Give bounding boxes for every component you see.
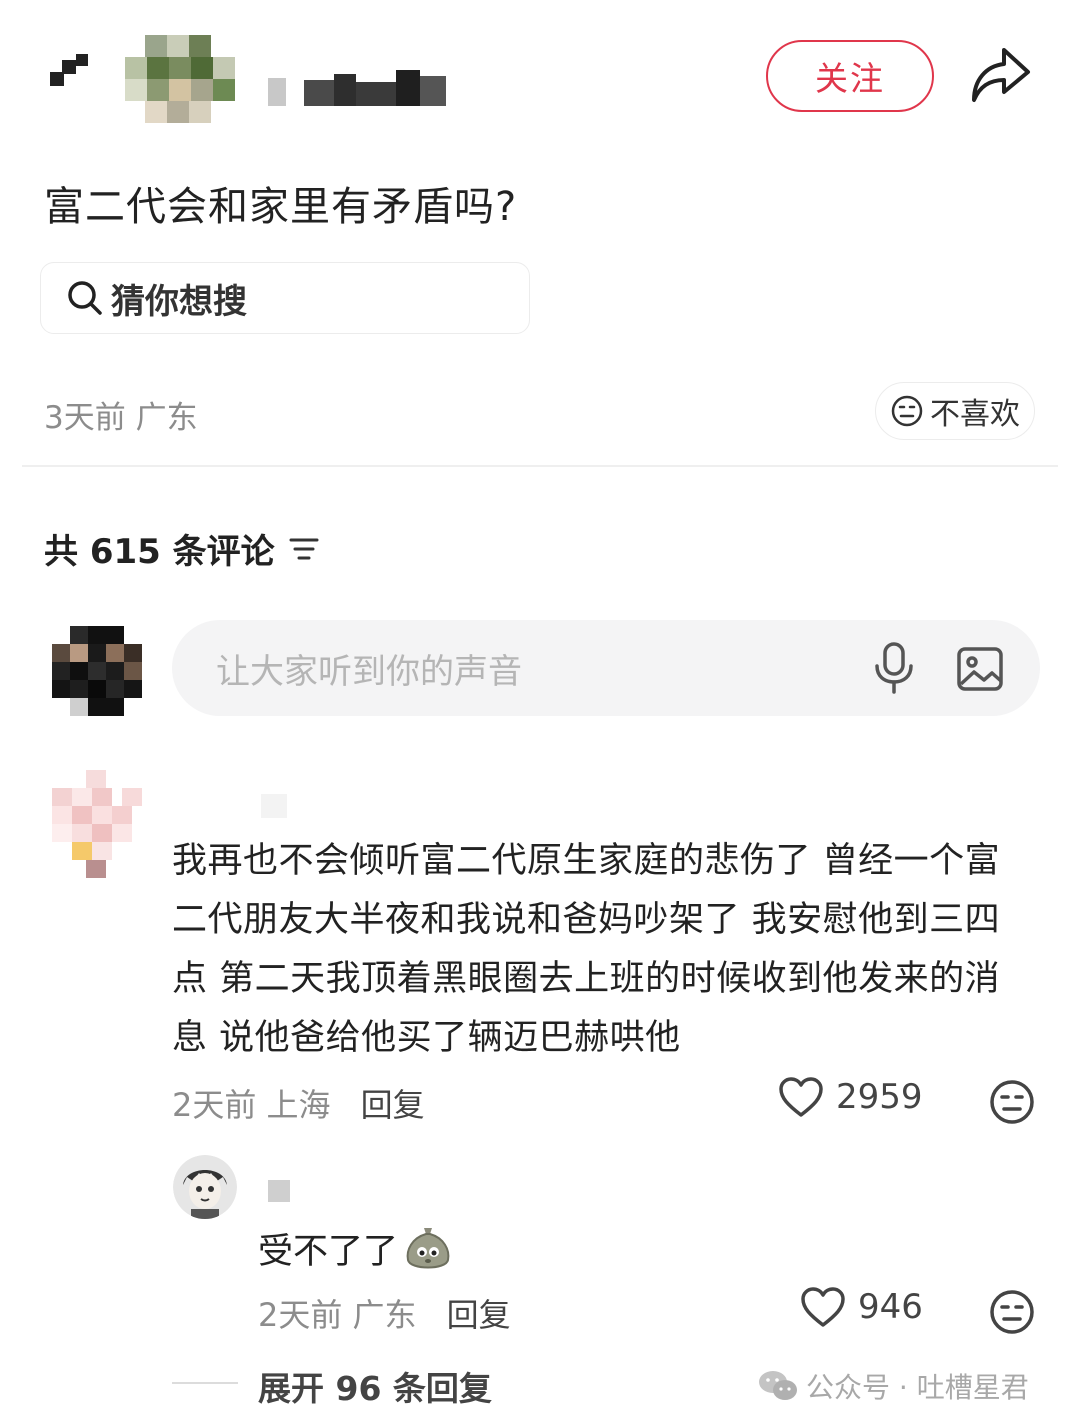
comment-text: 我再也不会倾听富二代原生家庭的悲伤了 曾经一个富二代朋友大半夜和我说和爸妈吵架了…	[172, 841, 1001, 1058]
replier-name-redacted[interactable]	[268, 1180, 290, 1202]
expand-divider	[172, 1382, 238, 1384]
search-icon	[68, 281, 102, 315]
author-name-redacted[interactable]	[268, 70, 448, 110]
like-button[interactable]: 946	[800, 1286, 923, 1328]
back-arrow-icon[interactable]	[50, 52, 92, 94]
current-user-avatar	[52, 626, 142, 716]
reply-button[interactable]: 回复	[447, 1290, 511, 1336]
comments-count-header[interactable]: 共 615 条评论	[44, 524, 319, 573]
dislike-button[interactable]: 不喜欢	[875, 382, 1035, 440]
author-avatar[interactable]	[125, 35, 235, 125]
suggested-search-chip[interactable]: 猜你想搜	[40, 262, 530, 334]
reply-text-content: 受不了了	[258, 1231, 399, 1272]
emoji-sack-icon	[406, 1228, 450, 1269]
suggested-search-label: 猜你想搜	[111, 281, 247, 322]
watermark-text: 公众号 · 吐槽星君	[806, 1371, 1029, 1404]
share-icon[interactable]	[968, 44, 1034, 106]
reply-button[interactable]: 回复	[361, 1080, 425, 1126]
dislike-label: 不喜欢	[930, 397, 1020, 432]
meh-face-icon[interactable]	[988, 1288, 1036, 1336]
replier-avatar[interactable]	[173, 1155, 237, 1219]
heart-icon	[779, 1077, 823, 1117]
comment-time: 2天前	[172, 1086, 257, 1124]
like-count: 2959	[836, 1077, 923, 1117]
wechat-icon	[759, 1371, 797, 1400]
comment-meta: 2天前 上海 回复	[172, 1080, 425, 1126]
comments-count-label: 共 615 条评论	[44, 532, 275, 572]
like-count: 946	[858, 1287, 923, 1327]
reply-time: 2天前	[258, 1296, 343, 1334]
microphone-icon[interactable]	[872, 642, 916, 694]
post-title: 富二代会和家里有矛盾吗?	[44, 184, 518, 230]
meh-face-icon	[891, 395, 923, 427]
commenter-name-redacted[interactable]	[255, 788, 295, 824]
divider	[22, 465, 1058, 467]
watermark: 公众号 · 吐槽星君	[758, 1366, 1029, 1406]
like-button[interactable]: 2959	[778, 1076, 923, 1118]
reply-meta: 2天前 广东 回复	[258, 1290, 511, 1336]
image-upload-icon[interactable]	[956, 646, 1004, 692]
post-meta: 3天前 广东	[44, 400, 198, 436]
commenter-avatar[interactable]	[52, 770, 144, 880]
sort-filter-icon[interactable]	[289, 536, 319, 562]
follow-button[interactable]: 关注	[766, 40, 934, 112]
reply-text: 受不了了	[258, 1222, 454, 1274]
comment-location: 上海	[266, 1086, 331, 1124]
reply-location: 广东	[352, 1296, 417, 1334]
expand-replies-button[interactable]: 展开 96 条回复	[258, 1362, 492, 1410]
meh-face-icon[interactable]	[988, 1078, 1036, 1126]
heart-icon	[801, 1287, 845, 1327]
